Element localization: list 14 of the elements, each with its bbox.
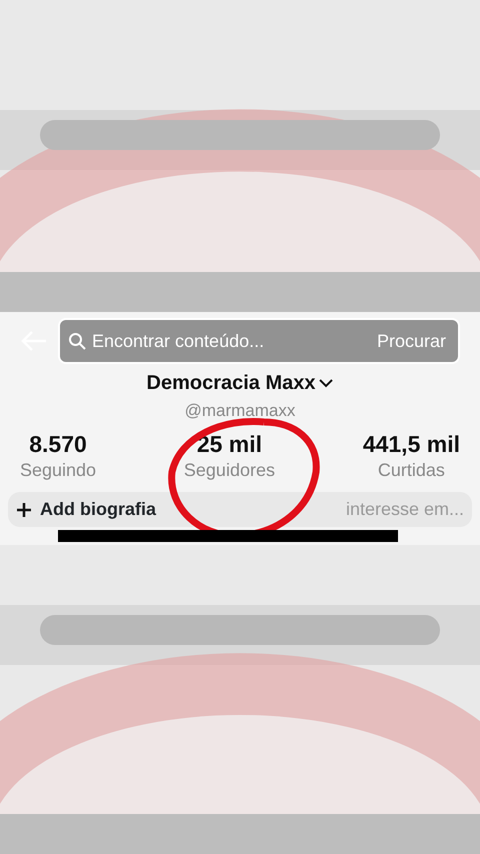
search-icon [68, 332, 86, 350]
stat-label: Seguindo [20, 459, 96, 482]
stat-value: 8.570 [29, 432, 87, 458]
add-bio-button[interactable]: Add biografia [16, 496, 156, 524]
search-button[interactable]: Procurar [372, 328, 450, 354]
stat-label: Seguidores [184, 459, 275, 482]
profile-name: Democracia Maxx [146, 371, 316, 396]
profile-handle: @marmamaxx [184, 401, 296, 420]
stat-value: 441,5 mil [362, 432, 460, 458]
chevron-icon[interactable] [319, 378, 334, 388]
plus-icon [16, 502, 32, 518]
search-field[interactable]: Encontrar conteúdo... Procurar [58, 318, 460, 364]
stat-label: Curtidas [378, 459, 445, 482]
interests-text: interesse em... [346, 498, 464, 522]
